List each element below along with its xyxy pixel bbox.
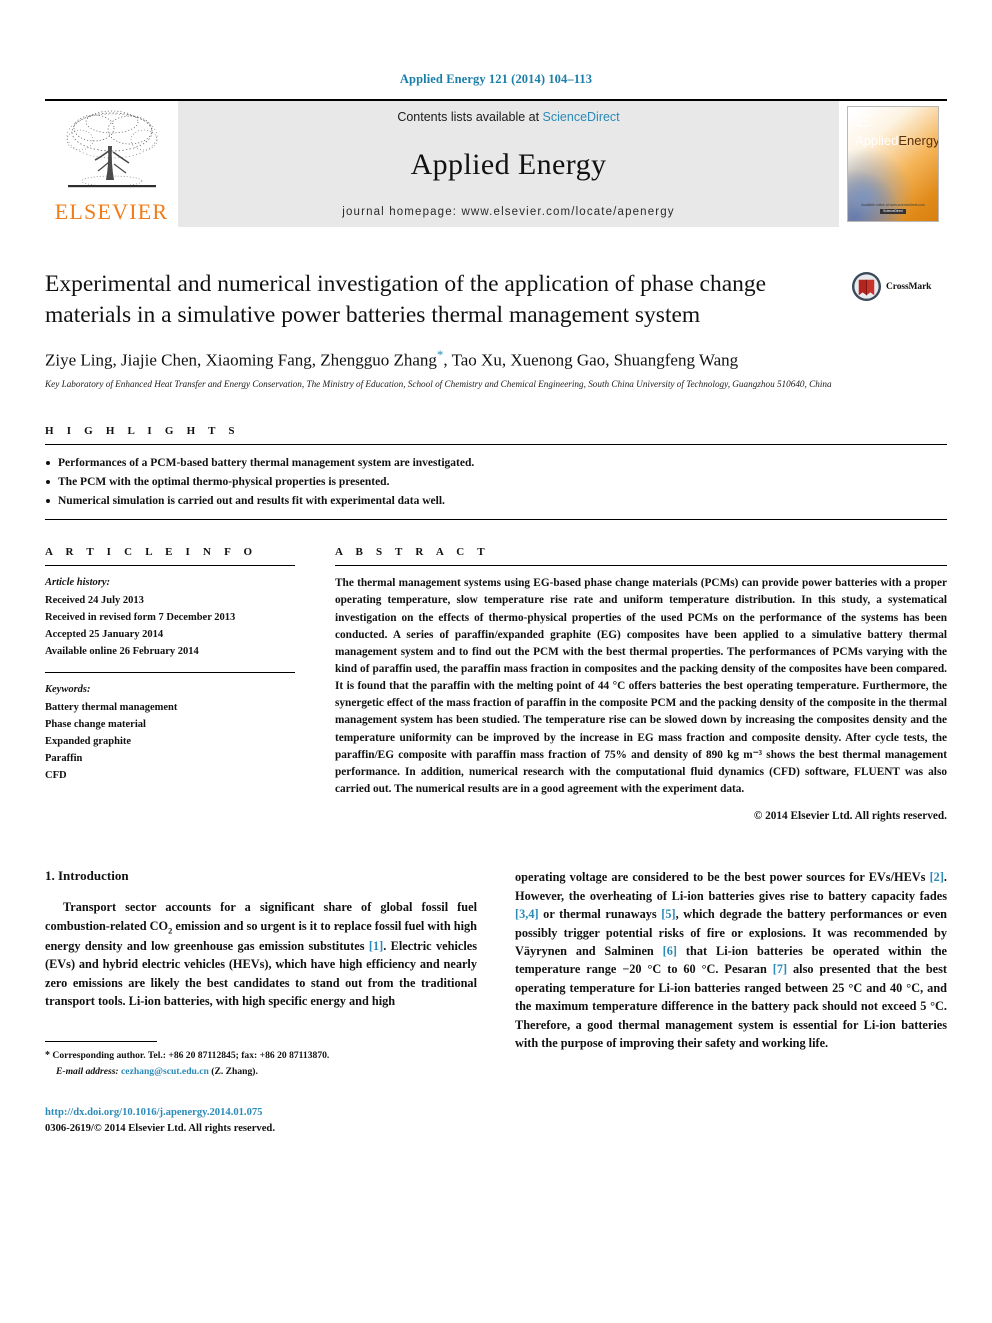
abstract-heading: A B S T R A C T	[335, 546, 490, 559]
page-title: Experimental and numerical investigation…	[45, 271, 767, 328]
footnote-block: * Corresponding author. Tel.: +86 20 871…	[45, 1040, 477, 1079]
highlights-rule-bottom	[45, 519, 947, 521]
highlights-heading: H I G H L I G H T S	[45, 425, 240, 438]
contents-available-line: Contents lists available at ScienceDirec…	[397, 110, 619, 124]
body-column-right: operating voltage are considered to be t…	[515, 868, 947, 1138]
email-link[interactable]: cezhang@scut.edu.cn	[121, 1066, 209, 1077]
citation-link[interactable]: [2]	[930, 870, 944, 884]
issn-copyright-line: 0306-2619/© 2014 Elsevier Ltd. All right…	[45, 1123, 275, 1135]
crossmark-label: CrossMark	[886, 281, 932, 292]
cover-footer: Available online at www.sciencedirect.co…	[848, 203, 938, 214]
history-revised: Received in revised form 7 December 2013	[45, 612, 236, 624]
citation-link[interactable]: [1]	[369, 939, 383, 953]
cover-footer-line: Available online at www.sciencedirect.co…	[861, 202, 925, 207]
elsevier-logo: ELSEVIER	[45, 101, 178, 227]
keyword-item: Battery thermal management	[45, 701, 178, 713]
article-history-label: Article history:	[45, 577, 111, 589]
intro-paragraph-left: Transport sector accounts for a signific…	[45, 898, 477, 1010]
email-tail: (Z. Zhang).	[208, 1065, 258, 1077]
cover-title: AppliedEnergy	[855, 133, 938, 148]
cover-title-applied: Applied	[855, 133, 899, 148]
elsevier-wordmark: ELSEVIER	[54, 199, 169, 224]
elsevier-mini-logo-icon	[857, 115, 869, 127]
intro-paragraph-right: operating voltage are considered to be t…	[515, 868, 947, 1052]
paper-page: Applied Energy 121 (2014) 104–113 ELSEVI…	[0, 0, 992, 1323]
citation-link[interactable]: [7]	[773, 962, 787, 976]
title-block: CrossMark Experimental and numerical inv…	[45, 269, 947, 391]
cover-image: AppliedEnergy Available online at www.sc…	[847, 106, 939, 222]
corresponding-author-note: * Corresponding author. Tel.: +86 20 871…	[45, 1048, 477, 1064]
journal-title: Applied Energy	[410, 148, 607, 181]
intro-r-text-3: or thermal runaways	[538, 907, 662, 922]
citation-link[interactable]: [5]	[661, 907, 675, 921]
footnote-rule	[45, 1040, 157, 1042]
article-history-block: Article history: Received 24 July 2013 R…	[45, 566, 295, 660]
contents-prefix: Contents lists available at	[397, 110, 543, 124]
crossmark-icon	[851, 271, 882, 302]
abstract-copyright: © 2014 Elsevier Ltd. All rights reserved…	[753, 810, 947, 823]
keywords-label: Keywords:	[45, 684, 91, 696]
doi-link[interactable]: http://dx.doi.org/10.1016/j.apenergy.201…	[45, 1105, 477, 1121]
history-received: Received 24 July 2013	[45, 595, 144, 607]
footnote-corresponding-text: Corresponding author. Tel.: +86 20 87112…	[50, 1049, 330, 1061]
cover-footer-badge: ScienceDirect	[880, 208, 906, 214]
cover-title-energy: Energy	[898, 133, 939, 148]
body-columns: 1. Introduction Transport sector account…	[45, 868, 947, 1138]
list-item: The PCM with the optimal thermo-physical…	[45, 473, 947, 492]
authors-tail: , Tao Xu, Xuenong Gao, Shuangfeng Wang	[443, 350, 739, 370]
info-abstract-section: A R T I C L E I N F O Article history: R…	[45, 546, 947, 822]
crossmark-badge[interactable]: CrossMark	[851, 271, 947, 302]
journal-masthead: ELSEVIER Contents lists available at Sci…	[45, 99, 947, 227]
abstract-column: A B S T R A C T The thermal management s…	[335, 546, 947, 822]
highlights-section: H I G H L I G H T S Performances of a PC…	[45, 425, 947, 521]
keyword-item: Paraffin	[45, 752, 83, 764]
article-info-heading: A R T I C L E I N F O	[45, 546, 258, 559]
citation-link[interactable]: [6]	[663, 944, 677, 958]
section-heading-introduction: 1. Introduction	[45, 868, 129, 884]
keyword-item: Expanded graphite	[45, 735, 132, 747]
journal-homepage-link[interactable]: journal homepage: www.elsevier.com/locat…	[342, 206, 674, 218]
email-note: E-mail address: cezhang@scut.edu.cn (Z. …	[45, 1064, 477, 1079]
keyword-item: Phase change material	[45, 718, 146, 730]
list-item: Performances of a PCM-based battery ther…	[45, 454, 947, 473]
abstract-text: The thermal management systems using EG-…	[335, 577, 947, 796]
history-accepted: Accepted 25 January 2014	[45, 629, 164, 641]
author-list: Ziye Ling, Jiajie Chen, Xiaoming Fang, Z…	[45, 347, 837, 371]
journal-cover-thumbnail: AppliedEnergy Available online at www.sc…	[839, 101, 947, 227]
highlights-list: Performances of a PCM-based battery ther…	[45, 445, 947, 519]
affiliation: Key Laboratory of Enhanced Heat Transfer…	[45, 379, 832, 389]
email-label: E-mail address:	[56, 1065, 119, 1077]
article-info-column: A R T I C L E I N F O Article history: R…	[45, 546, 295, 822]
history-available-online: Available online 26 February 2014	[45, 646, 199, 658]
keywords-block: Keywords: Battery thermal management Pha…	[45, 672, 295, 784]
masthead-center: Contents lists available at ScienceDirec…	[178, 101, 839, 227]
running-head: Applied Energy 121 (2014) 104–113	[399, 72, 593, 86]
citation-link[interactable]: [3,4]	[515, 907, 539, 921]
intro-r-text-1: operating voltage are considered to be t…	[515, 870, 930, 885]
list-item: Numerical simulation is carried out and …	[45, 492, 947, 511]
body-column-left: 1. Introduction Transport sector account…	[45, 868, 477, 1138]
elsevier-tree-icon	[66, 110, 157, 188]
authors-head: Ziye Ling, Jiajie Chen, Xiaoming Fang, Z…	[45, 350, 437, 370]
keyword-item: CFD	[45, 769, 67, 781]
sciencedirect-link[interactable]: ScienceDirect	[543, 110, 620, 124]
doi-block: http://dx.doi.org/10.1016/j.apenergy.201…	[45, 1105, 477, 1138]
